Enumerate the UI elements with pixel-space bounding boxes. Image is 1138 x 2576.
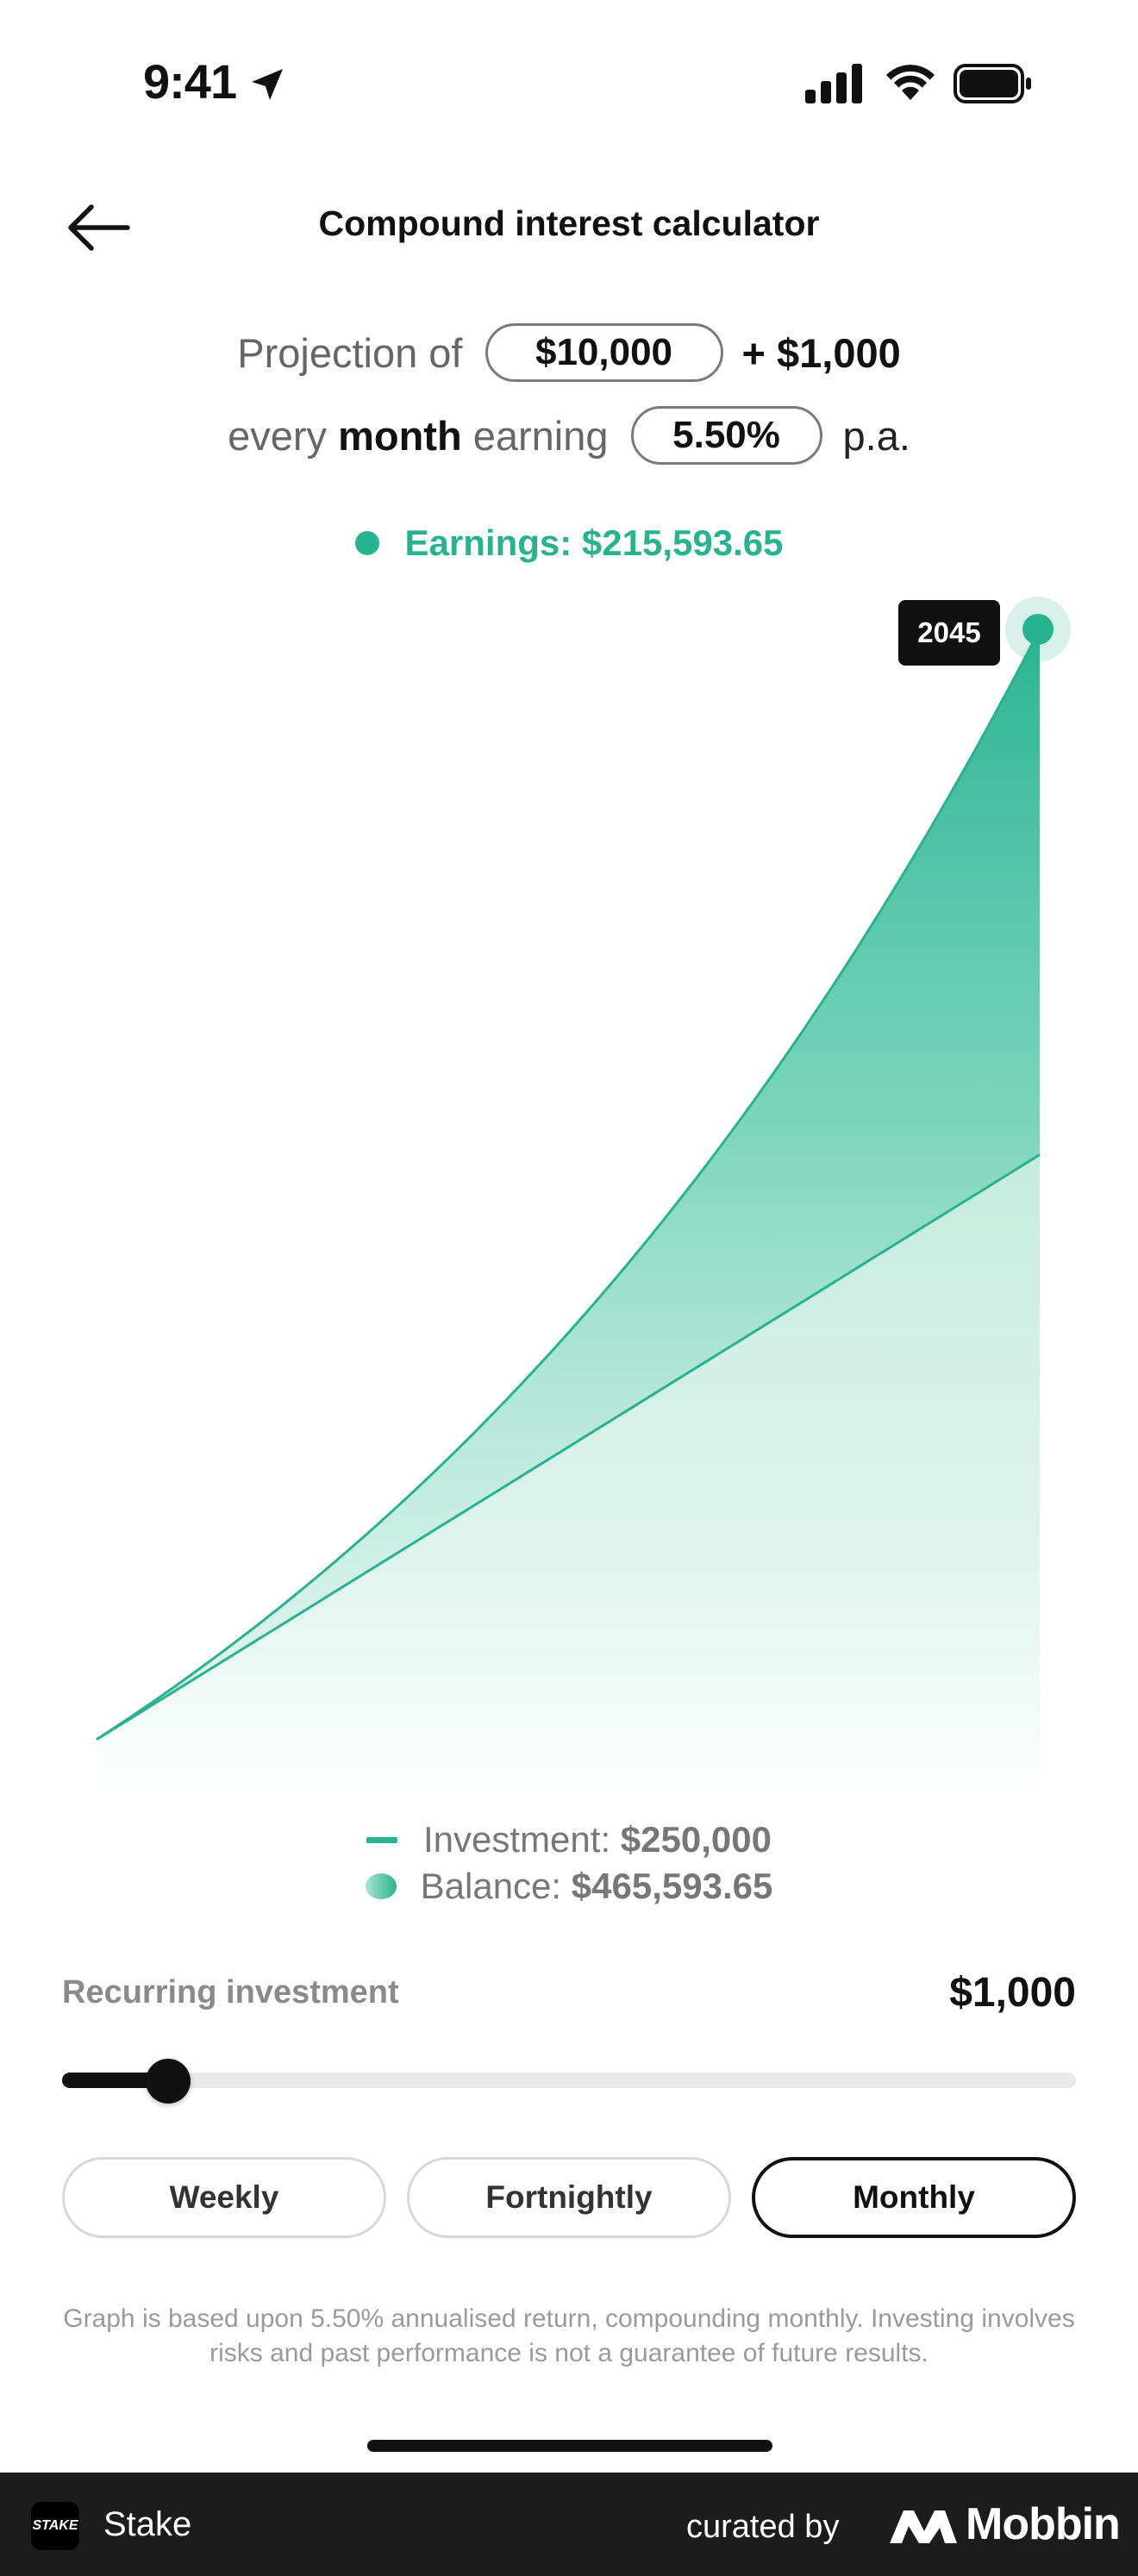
projection-line-1: Projection of $10,000 + $1,000 — [0, 321, 1138, 385]
initial-amount-pill[interactable]: $10,000 — [485, 323, 723, 382]
footer-curated-by: curated by — [686, 2509, 840, 2545]
frequency-monthly-button[interactable]: Monthly — [752, 2157, 1076, 2238]
projection-chart[interactable] — [0, 586, 1138, 1810]
battery-icon — [954, 64, 1031, 103]
location-arrow-icon — [252, 69, 283, 100]
balance-legend-label: Balance: — [420, 1866, 562, 1906]
cellular-signal-icon — [805, 64, 862, 103]
earnings-dot-icon — [354, 531, 379, 555]
page-title: Compound interest calculator — [318, 203, 820, 243]
projection-suffix: p.a. — [842, 412, 910, 459]
wifi-icon — [886, 65, 935, 100]
projection-every: every — [228, 412, 328, 459]
projection-prefix: Projection of — [237, 329, 463, 376]
footer-brand: Mobbin — [966, 2499, 1121, 2549]
projection-line-2: every month earning 5.50% p.a. — [0, 403, 1138, 467]
disclaimer-text: Graph is based upon 5.50% annualised ret… — [63, 2304, 1075, 2367]
earnings-label: Earnings: $215,593.65 — [0, 522, 1138, 564]
investment-area — [97, 1154, 1040, 1798]
frequency-weekly-button[interactable]: Weekly — [62, 2157, 386, 2238]
earnings-text: Earnings: $215,593.65 — [404, 522, 784, 563]
legend-investment: Investment: $250,000 — [0, 1816, 1138, 1864]
year-tooltip: 2045 — [898, 600, 1000, 666]
recurring-investment-value: $1,000 — [949, 1970, 1076, 2016]
recurring-investment-label: Recurring investment — [62, 1974, 399, 2010]
footer-app-name: Stake — [103, 2505, 192, 2543]
end-point-marker[interactable] — [1022, 614, 1054, 645]
recurring-slider-track[interactable] — [62, 2073, 1076, 2088]
investment-legend-label: Investment: — [423, 1819, 611, 1860]
balance-legend-swatch — [365, 1873, 397, 1899]
legend-balance: Balance: $465,593.65 — [0, 1862, 1138, 1910]
frequency-word[interactable]: month — [338, 412, 462, 460]
rate-pill[interactable]: 5.50% — [630, 406, 822, 465]
status-time: 9:41 — [143, 54, 237, 109]
stake-logo: STAKE — [31, 2502, 79, 2550]
investment-legend-swatch — [366, 1836, 398, 1843]
investment-legend-value: $250,000 — [620, 1819, 772, 1860]
home-indicator — [367, 2440, 772, 2452]
recurring-slider-thumb[interactable] — [146, 2059, 191, 2104]
mobbin-logo-icon — [890, 2510, 957, 2543]
projection-earning: earning — [472, 412, 609, 459]
balance-legend-value: $465,593.65 — [571, 1866, 773, 1906]
frequency-fortnightly-button[interactable]: Fortnightly — [407, 2157, 731, 2238]
recurring-amount-text: + $1,000 — [741, 329, 901, 376]
